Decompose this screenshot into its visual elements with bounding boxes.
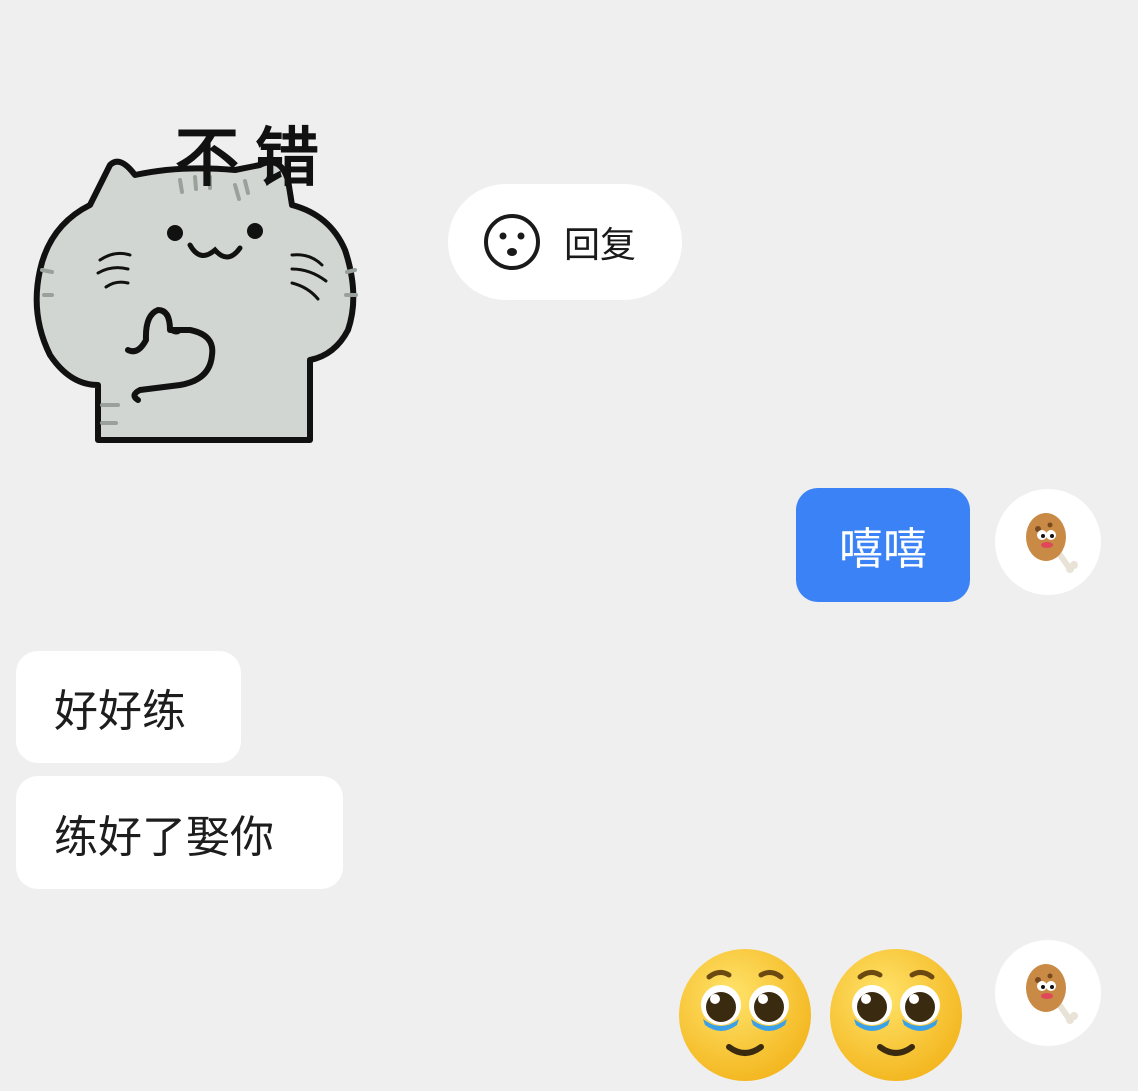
reply-button[interactable]: 回复 [448, 184, 682, 300]
sticker-caption: 不错 [175, 122, 335, 196]
smiley-icon [484, 214, 540, 270]
pleading-face-emoji[interactable] [826, 943, 966, 1083]
message-bubble-incoming[interactable]: 好好练 [16, 651, 241, 763]
avatar[interactable] [995, 940, 1101, 1046]
avatar[interactable] [995, 489, 1101, 595]
reply-label: 回复 [564, 225, 637, 266]
cat-sticker[interactable]: 不错 [30, 55, 400, 445]
chicken-drumstick-icon [1026, 513, 1078, 573]
pleading-face-emoji[interactable] [675, 943, 815, 1083]
message-bubble-incoming[interactable]: 练好了娶你 [16, 776, 343, 889]
message-bubble-outgoing[interactable]: 嘻嘻 [796, 488, 970, 602]
chicken-drumstick-icon [1026, 964, 1078, 1024]
